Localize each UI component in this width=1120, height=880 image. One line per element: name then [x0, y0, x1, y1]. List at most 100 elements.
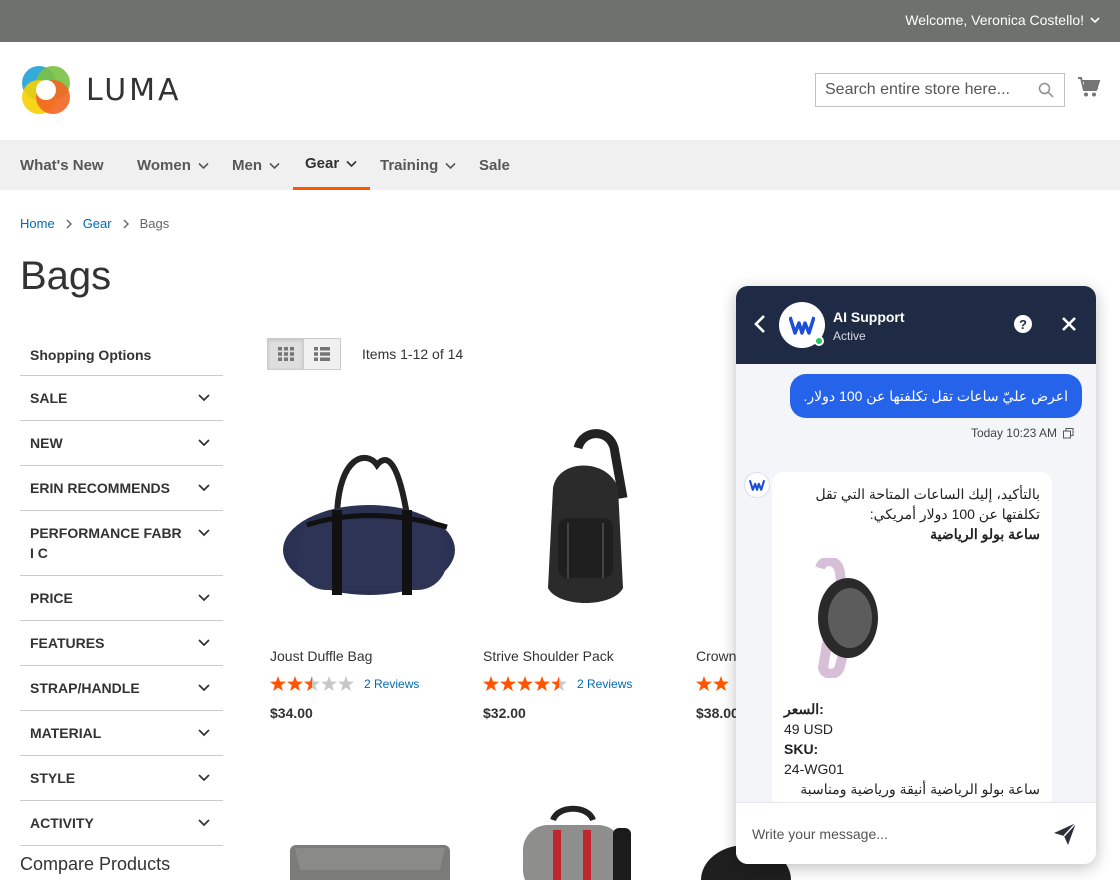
chevron-down-icon — [198, 394, 210, 402]
filter-new[interactable]: NEW — [20, 421, 223, 466]
agent-name: AI Support — [833, 309, 905, 325]
chevron-down-icon — [198, 439, 210, 447]
shopping-options-title: Shopping Options — [20, 340, 223, 376]
nav-label: Sale — [479, 156, 510, 174]
nav-men[interactable]: Men — [232, 140, 281, 190]
reviews-link[interactable]: 2 Reviews — [364, 677, 419, 691]
backpack-image — [523, 805, 631, 880]
messenger-bag-image — [290, 845, 450, 880]
chevron-down-icon — [346, 160, 357, 168]
breadcrumb-home[interactable]: Home — [20, 216, 55, 231]
nav-women[interactable]: Women — [137, 140, 210, 190]
nav-training[interactable]: Training — [380, 140, 457, 190]
chat-header: AI Support Active ? — [736, 286, 1096, 364]
nav-gear[interactable]: Gear — [293, 140, 371, 190]
product-rating: 2 Reviews — [483, 676, 683, 691]
w-logo-icon — [789, 316, 815, 335]
chevron-down-icon — [198, 729, 210, 737]
filter-label: STYLE — [30, 770, 76, 786]
star-empty-icon — [338, 676, 354, 691]
grid-view-button[interactable] — [267, 338, 304, 370]
site-logo[interactable]: LUMA — [20, 64, 182, 116]
reviews-link[interactable]: 2 Reviews — [577, 677, 632, 691]
polo-watch-image[interactable] — [798, 556, 888, 679]
product-price: $32.00 — [483, 705, 526, 721]
chevron-down-icon — [445, 162, 456, 169]
product-price: $34.00 — [270, 705, 313, 721]
product-card: Strive Shoulder Pack 2 Reviews $32.00 — [483, 410, 683, 721]
filter-style[interactable]: STYLE — [20, 756, 223, 801]
filter-label: NEW — [30, 435, 63, 451]
breadcrumb: Home Gear Bags — [20, 216, 169, 231]
nav-label: What's New — [20, 156, 104, 174]
filter-sale[interactable]: SALE — [20, 376, 223, 421]
nav-sale[interactable]: Sale — [479, 140, 510, 190]
filter-activity[interactable]: ACTIVITY — [20, 801, 223, 846]
compare-products-title: Compare Products — [20, 854, 171, 874]
filter-label: PRICE — [30, 590, 73, 606]
search-icon[interactable] — [1038, 82, 1054, 98]
filter-erin-recommends[interactable]: ERIN RECOMMENDS — [20, 466, 223, 511]
chevron-down-icon — [198, 594, 210, 602]
list-view-button[interactable] — [304, 338, 341, 370]
product-card: Joust Duffle Bag 2 Reviews $34.00 — [270, 410, 470, 721]
bot-message-bubble: بالتأكيد، إليك الساعات المتاحة التي تقل … — [772, 472, 1052, 802]
filter-features[interactable]: FEATURES — [20, 621, 223, 666]
breadcrumb-gear[interactable]: Gear — [83, 216, 112, 231]
send-icon[interactable] — [1052, 821, 1078, 847]
timestamp-text: Today 10:23 AM — [970, 426, 1057, 440]
product-name[interactable]: Strive Shoulder Pack — [483, 648, 683, 664]
search-input[interactable] — [816, 74, 1026, 106]
price-value: 49 USD — [784, 721, 834, 737]
shoulder-pack-image — [548, 428, 628, 603]
chevron-down-icon — [198, 819, 210, 827]
chevron-down-icon — [198, 684, 210, 692]
back-arrow-icon[interactable] — [754, 314, 766, 334]
nav-whats-new[interactable]: What's New — [20, 140, 104, 190]
view-mode-switcher — [267, 338, 341, 370]
sku-value: 24-WG01 — [784, 761, 844, 777]
filter-label: ACTIVITY — [30, 815, 94, 831]
breadcrumb-current: Bags — [139, 216, 170, 231]
chat-messages[interactable]: اعرض عليّ ساعات تقل تكلفتها عن 100 دولار… — [736, 364, 1096, 802]
star-icon — [483, 676, 499, 691]
site-header: LUMA — [0, 42, 1120, 140]
rating-stars — [483, 676, 567, 691]
chevron-down-icon — [198, 529, 210, 537]
chevron-right-icon — [123, 219, 129, 228]
product-image[interactable] — [270, 410, 470, 630]
message-timestamp: Today 10:23 AM — [971, 426, 1074, 440]
filter-performance-fabric[interactable]: PERFORMANCE FABRI C — [20, 511, 223, 576]
welcome-menu[interactable]: Welcome, Veronica Costello! — [905, 12, 1100, 28]
agent-avatar — [779, 302, 825, 348]
main-navigation: What's New Women Men Gear Training Sale — [0, 140, 1120, 190]
agent-status: Active — [833, 329, 866, 343]
close-icon[interactable] — [1061, 316, 1077, 332]
product-image[interactable] — [483, 410, 683, 630]
ai-support-chat-widget: AI Support Active ? اعرض عليّ ساعات تقل … — [736, 286, 1096, 864]
duffle-bag-image — [283, 454, 455, 595]
w-logo-icon — [749, 479, 765, 491]
filter-label: ERIN RECOMMENDS — [30, 480, 171, 496]
sku-label: SKU: — [784, 741, 819, 757]
filter-price[interactable]: PRICE — [20, 576, 223, 621]
nav-label: Training — [380, 156, 439, 174]
product-image[interactable] — [270, 800, 470, 880]
nav-label: Gear — [305, 155, 340, 172]
nav-label: Women — [137, 156, 191, 174]
copy-icon[interactable] — [1063, 427, 1074, 439]
welcome-text: Welcome, Veronica Costello! — [905, 12, 1084, 28]
filter-strap-handle[interactable]: STRAP/HANDLE — [20, 666, 223, 711]
help-button[interactable]: ? — [1014, 315, 1032, 333]
bot-text-line: تكلفتها عن 100 دولار أمريكي: — [869, 506, 1040, 522]
star-icon — [500, 676, 516, 691]
star-icon — [713, 676, 729, 691]
cart-icon[interactable] — [1077, 76, 1101, 98]
product-description: ساعة بولو الرياضية أنيقة ورياضية ومناسبة — [800, 781, 1040, 797]
product-name[interactable]: Joust Duffle Bag — [270, 648, 470, 664]
filter-material[interactable]: MATERIAL — [20, 711, 223, 756]
message-input[interactable] — [752, 821, 1032, 847]
product-image[interactable] — [483, 800, 683, 880]
chat-input-area — [736, 802, 1096, 864]
star-icon — [270, 676, 286, 691]
